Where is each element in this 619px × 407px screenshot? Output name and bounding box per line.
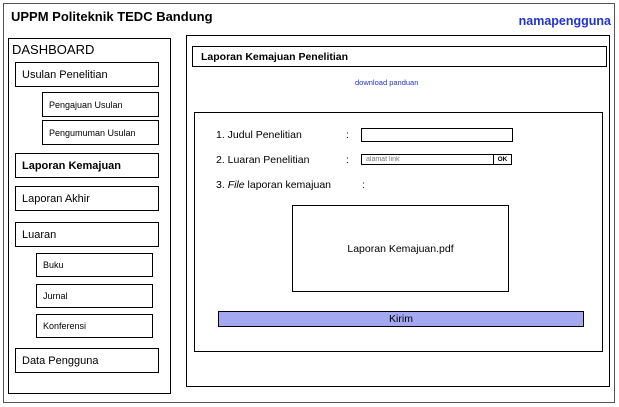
page-title: Laporan Kemajuan Penelitian [192, 46, 607, 67]
sidebar-item-label: Buku [43, 260, 64, 270]
app-title: UPPM Politeknik TEDC Bandung [11, 9, 213, 24]
file-label-suffix: laporan kemajuan [244, 179, 331, 191]
luaran-link-input[interactable] [361, 154, 494, 165]
sidebar-item-label: Konferensi [43, 321, 87, 331]
sidebar-item-pengumuman-usulan[interactable]: Pengumuman Usulan [42, 120, 159, 145]
sidebar-item-laporan-kemajuan[interactable]: Laporan Kemajuan [15, 153, 159, 178]
sidebar-item-label: Pengumuman Usulan [49, 127, 136, 138]
sidebar-item-jurnal[interactable]: Jurnal [36, 284, 153, 308]
sidebar-item-label: Luaran [22, 228, 57, 241]
file-label: 3. File laporan kemajuan [216, 179, 331, 191]
sidebar-item-label: Jurnal [43, 291, 68, 301]
username[interactable]: namapengguna [519, 14, 611, 28]
sidebar-item-laporan-akhir[interactable]: Laporan Akhir [15, 186, 159, 211]
file-label-italic: File [227, 179, 245, 191]
sidebar-item-buku[interactable]: Buku [36, 253, 153, 277]
colon: : [346, 129, 349, 141]
judul-input[interactable] [361, 128, 513, 142]
submit-button[interactable]: Kirim [218, 311, 584, 327]
sidebar-item-label: Laporan Akhir [22, 192, 90, 205]
ok-button[interactable]: OK [493, 154, 512, 165]
sidebar-item-label: Laporan Kemajuan [22, 159, 122, 172]
sidebar-title: DASHBOARD [12, 42, 95, 57]
colon: : [346, 154, 349, 166]
sidebar-item-label: Usulan Penelitian [22, 68, 108, 81]
sidebar-item-pengajuan-usulan[interactable]: Pengajuan Usulan [42, 92, 159, 117]
sidebar-item-label: Pengajuan Usulan [49, 99, 123, 110]
sidebar-item-label: Data Pengguna [22, 354, 99, 367]
download-guide-link[interactable]: download panduan [355, 78, 418, 87]
judul-label: 1. Judul Penelitian [216, 129, 302, 141]
file-name: Laporan Kemajuan.pdf [347, 242, 454, 255]
sidebar-item-konferensi[interactable]: Konferensi [36, 314, 153, 338]
file-label-prefix: 3. [216, 179, 228, 191]
colon: : [362, 179, 365, 191]
sidebar-item-data-pengguna[interactable]: Data Pengguna [15, 348, 159, 373]
luaran-label: 2. Luaran Penelitian [216, 154, 310, 166]
sidebar-item-usulan-penelitian[interactable]: Usulan Penelitian [15, 62, 159, 87]
sidebar-item-luaran[interactable]: Luaran [15, 222, 159, 247]
file-dropzone[interactable]: Laporan Kemajuan.pdf [292, 205, 509, 292]
